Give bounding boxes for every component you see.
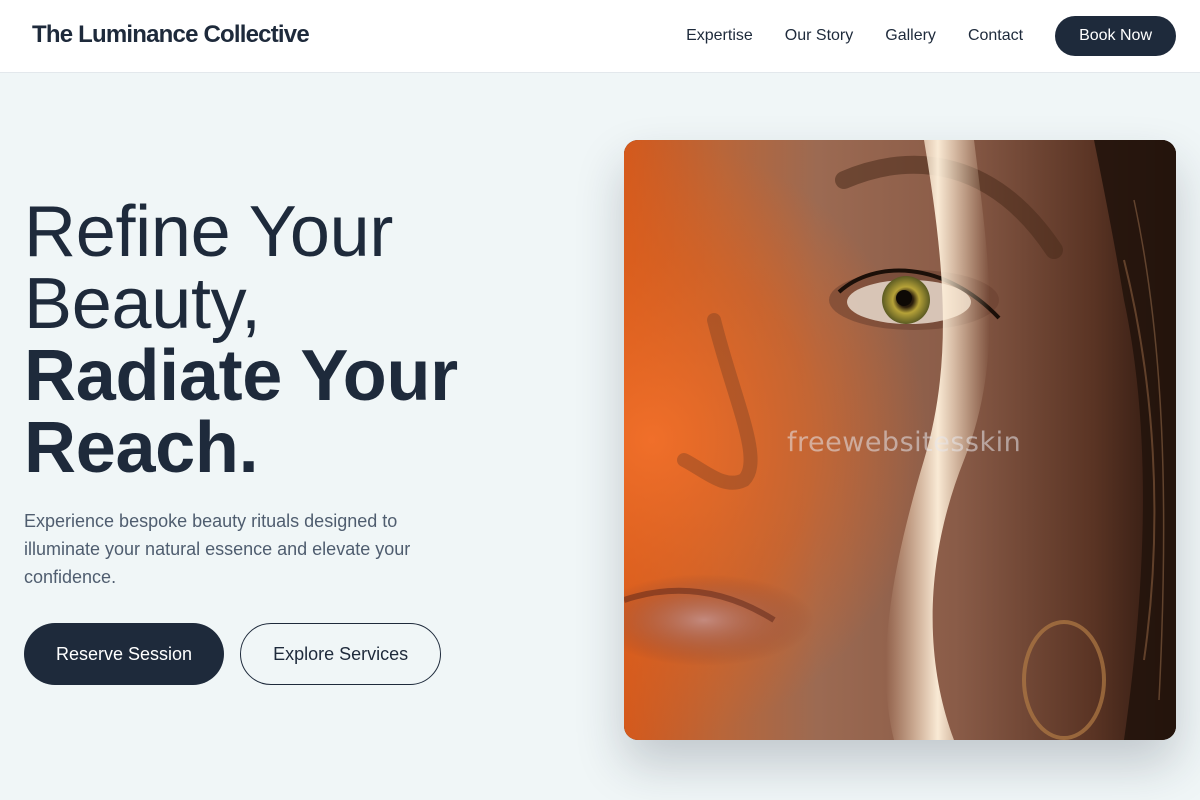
brand-logo[interactable]: The Luminance Collective xyxy=(32,20,310,50)
site-header: The Luminance Collective Expertise Our S… xyxy=(0,0,1200,73)
nav-link-gallery[interactable]: Gallery xyxy=(885,18,936,54)
nav-link-expertise[interactable]: Expertise xyxy=(686,18,753,54)
hero-subtext: Experience bespoke beauty rituals design… xyxy=(24,511,411,587)
main-nav: Expertise Our Story Gallery Contact Book… xyxy=(686,16,1176,56)
nav-link-contact[interactable]: Contact xyxy=(968,18,1023,54)
image-watermark: freewebsitesskin xyxy=(787,427,1022,458)
headline-line-3: Radiate Your xyxy=(24,336,458,416)
headline-line-2: Beauty, xyxy=(24,264,261,344)
hero-headline: Refine Your Beauty, Radiate Your Reach. xyxy=(24,196,544,484)
reserve-session-button[interactable]: Reserve Session xyxy=(24,623,225,685)
nav-link-our-story[interactable]: Our Story xyxy=(785,18,853,54)
hero-headline-block: Refine Your Beauty, Radiate Your Reach. xyxy=(24,196,544,484)
explore-services-button[interactable]: Explore Services xyxy=(240,623,442,685)
headline-line-1: Refine Your xyxy=(24,192,394,272)
hero-cta-row: Reserve Session Explore Services xyxy=(24,623,442,685)
book-now-button[interactable]: Book Now xyxy=(1055,16,1176,56)
headline-line-4: Reach. xyxy=(24,408,259,488)
hero-portrait-image: freewebsitesskin xyxy=(624,140,1176,740)
